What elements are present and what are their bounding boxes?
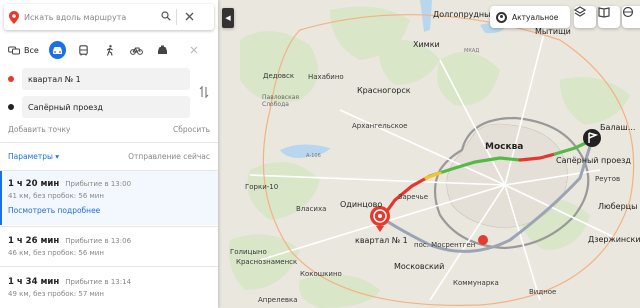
layers-button[interactable]	[574, 6, 596, 28]
route-option-1[interactable]: 1 ч 20 мин Прибытие в 13:00 41 км, без п…	[0, 171, 218, 225]
traffic-label: Актуальное	[512, 12, 559, 22]
mode-taxi-button[interactable]	[154, 41, 171, 59]
walk-icon	[106, 44, 113, 56]
label-aprelevka: Апрелевка	[258, 296, 298, 304]
label-lyubertsy: Люберцы	[598, 202, 638, 211]
origin-field[interactable]: квартал № 1	[22, 68, 190, 90]
label-balashikha: Балаш...	[600, 123, 636, 132]
mode-all-label: Все	[24, 45, 39, 55]
label-vidnoe: Видное	[529, 288, 557, 296]
route-actions: Добавить точку Сбросить	[8, 125, 210, 134]
divider	[0, 266, 218, 267]
route-arrival: Прибытие в 13:00	[65, 180, 132, 188]
start-marker-icon[interactable]	[370, 206, 390, 232]
map-pin-icon	[4, 10, 24, 24]
label-dolgoprudny: Долгопрудный	[433, 10, 496, 19]
params-dropdown[interactable]: Параметры ▾	[8, 152, 59, 161]
label-kommunarka: Коммунарка	[453, 279, 499, 287]
route-duration: 1 ч 34 мин	[8, 277, 60, 287]
reset-link[interactable]: Сбросить	[173, 125, 210, 134]
label-golitsyno: Голицыно	[230, 248, 267, 256]
bus-icon	[79, 44, 88, 55]
route-option-2[interactable]: 1 ч 26 мин Прибытие в 13:06 46 км, без п…	[0, 236, 218, 257]
origin-dot-icon	[8, 76, 14, 82]
label-pavlovskaya: Павловская Слобода	[262, 94, 299, 108]
route-details: 46 км, без пробок: 56 мин	[8, 249, 104, 257]
collapse-panel-button[interactable]: ◀	[222, 8, 234, 28]
traffic-button[interactable]: Актуальное	[490, 6, 570, 28]
route-search-input[interactable]	[24, 12, 156, 22]
taxi-icon	[157, 45, 167, 54]
close-icon	[185, 12, 193, 21]
label-krasnogorsk: Красногорск	[357, 86, 411, 95]
label-arkhangelskoe: Архангельское	[352, 122, 408, 130]
route-option-3[interactable]: 1 ч 34 мин Прибытие в 13:14 49 км, без п…	[0, 277, 218, 298]
swap-icon	[199, 85, 209, 99]
transport-modes: Все	[8, 40, 212, 60]
clear-icon	[190, 46, 198, 54]
label-mosrentgen: пос. Мосрентген	[414, 241, 476, 249]
label-khimki: Химки	[413, 40, 440, 49]
label-dzerzhinsky: Дзержинский	[588, 235, 640, 244]
label-a106: А-106	[306, 153, 321, 159]
route-panel: Все квартал № 1 Сапёрный проезд Добавить…	[0, 0, 218, 308]
destination-field[interactable]: Сапёрный проезд	[22, 96, 190, 118]
car-icon	[52, 46, 62, 54]
route-arrival: Прибытие в 13:06	[65, 237, 132, 245]
close-route-button[interactable]	[177, 10, 201, 24]
label-odintsovo: Одинцово	[340, 200, 383, 209]
label-mytishchi: Мытищи	[535, 27, 571, 36]
swap-route-button[interactable]	[199, 85, 209, 101]
destination-value: Сапёрный проезд	[28, 102, 103, 112]
route-duration: 1 ч 20 мин	[8, 179, 60, 189]
label-gorki10: Горки-10	[245, 183, 279, 191]
label-kokoshkino: Кокошкино	[300, 270, 342, 278]
route-details-link[interactable]: Посмотреть подробнее	[8, 206, 218, 215]
mode-all-button[interactable]: Все	[8, 45, 39, 55]
route-details: 49 км, без пробок: 57 мин	[8, 290, 104, 298]
search-icon[interactable]	[156, 10, 176, 24]
label-moskovsky: Московский	[394, 262, 445, 271]
label-saperny: Сапёрный проезд	[556, 156, 631, 165]
book-icon	[598, 7, 610, 18]
add-point-link[interactable]: Добавить точку	[8, 125, 71, 134]
mode-clear-button[interactable]	[186, 41, 203, 59]
mode-car-button[interactable]	[48, 41, 67, 59]
panorama-button[interactable]	[622, 6, 640, 28]
traffic-icon	[496, 11, 507, 23]
label-krasnoznamensk: Краснознаменск	[236, 258, 298, 266]
label-kvartal: квартал № 1	[355, 236, 408, 245]
panorama-icon	[622, 6, 634, 18]
route-arrival: Прибытие в 13:14	[65, 278, 132, 286]
route-search-bar	[4, 4, 214, 30]
finish-marker-icon[interactable]	[583, 129, 601, 147]
mode-bicycle-button[interactable]	[127, 41, 144, 59]
depart-time-link[interactable]: Отправление сейчас	[128, 152, 210, 161]
label-vlasikha: Власиха	[296, 205, 327, 213]
route-params: Параметры ▾ Отправление сейчас	[8, 152, 210, 161]
label-zarechye: Заречье	[398, 193, 429, 201]
mode-walk-button[interactable]	[101, 41, 118, 59]
all-modes-icon	[8, 46, 20, 55]
label-reutov: Реутов	[595, 175, 621, 183]
label-nakhabino: Нахабино	[308, 73, 344, 81]
destination-dot-icon	[8, 104, 14, 110]
label-dedovsk: Дедовск	[263, 72, 295, 80]
route-duration: 1 ч 26 мин	[8, 236, 60, 246]
route-details: 41 км, без пробок: 56 мин	[8, 192, 104, 200]
bicycle-icon	[129, 47, 143, 55]
layers-icon	[574, 6, 586, 17]
map-book-button[interactable]	[598, 6, 620, 28]
label-moskva: Москва	[485, 142, 524, 152]
divider	[0, 226, 218, 227]
label-mkad: МКАД	[464, 48, 480, 54]
divider	[0, 142, 218, 143]
mode-bus-button[interactable]	[75, 41, 92, 59]
origin-value: квартал № 1	[28, 74, 81, 84]
